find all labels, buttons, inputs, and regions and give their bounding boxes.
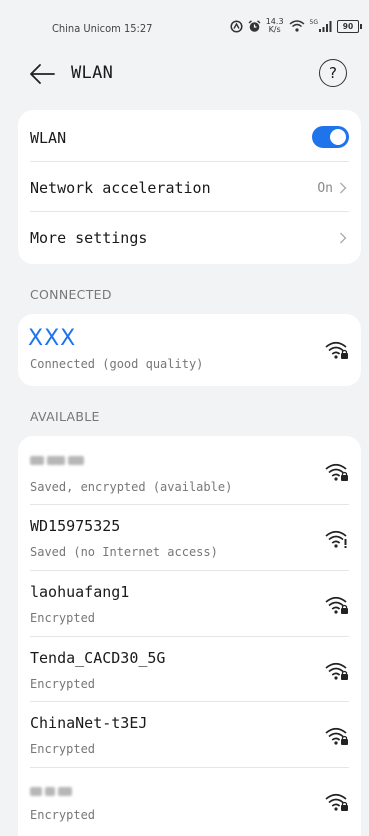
battery-icon: 90 (337, 19, 362, 33)
help-button[interactable]: ? (319, 59, 347, 87)
network-acceleration-row[interactable]: Network acceleration On (18, 162, 361, 212)
settings-card: WLAN Network acceleration On More settin… (18, 110, 361, 264)
network-acceleration-value: On (317, 181, 333, 196)
wlan-toggle[interactable] (312, 126, 349, 148)
status-icons: 14.3 K/s 5G 90 (230, 17, 362, 34)
network-name-redacted (30, 453, 84, 467)
wifi-lock-icon (325, 596, 348, 614)
network-item[interactable]: Encrypted (18, 768, 361, 834)
page-title: WLAN (71, 63, 114, 83)
network-name: ChinaNet-t3EJ (30, 714, 148, 732)
connected-network-name: XXX (28, 326, 77, 351)
network-status: Encrypted (30, 742, 96, 756)
status-bar: China Unicom 15:27 14.3 K/s 5G 90 (0, 0, 369, 48)
wifi-no-internet-icon (325, 530, 347, 548)
app-header: WLAN ? (0, 52, 369, 96)
available-networks-list: Saved, encrypted (available) WD15975325 … (18, 436, 361, 836)
available-section-label: AVAILABLE (30, 409, 100, 424)
more-settings-label: More settings (30, 229, 148, 247)
wifi-lock-icon (325, 793, 348, 811)
network-status: Encrypted (30, 677, 96, 691)
network-name: Tenda_CACD30_5G (30, 649, 166, 667)
nfc-icon (230, 19, 243, 33)
wlan-label: WLAN (30, 129, 67, 147)
wifi-lock-icon (325, 727, 348, 745)
network-item[interactable]: ChinaNet-t3EJ Encrypted (18, 702, 361, 768)
wifi-status-icon (289, 20, 304, 32)
wifi-lock-icon (325, 341, 348, 359)
signal-tag: 5G (309, 18, 318, 26)
network-status: Encrypted (30, 808, 96, 822)
toggle-knob (330, 129, 346, 145)
network-acceleration-label: Network acceleration (30, 179, 211, 197)
network-name-redacted (30, 784, 72, 798)
network-item[interactable]: Tenda_CACD30_5G Encrypted (18, 637, 361, 702)
wifi-lock-icon (325, 662, 348, 680)
wifi-lock-icon (325, 463, 348, 481)
chevron-right-icon (340, 182, 347, 194)
network-speed: 14.3 K/s (265, 17, 284, 34)
network-name: laohuafang1 (30, 583, 130, 601)
alarm-icon (248, 19, 261, 32)
network-item[interactable]: Saved, encrypted (available) (18, 436, 361, 505)
wlan-toggle-row[interactable]: WLAN (18, 110, 361, 162)
connected-network-status: Connected (good quality) (30, 357, 204, 371)
back-arrow-icon[interactable] (28, 62, 56, 86)
network-status: Saved (no Internet access) (30, 545, 218, 559)
network-status: Encrypted (30, 611, 96, 625)
chevron-right-icon (340, 232, 347, 244)
network-item[interactable]: WD15975325 Saved (no Internet access) (18, 505, 361, 571)
carrier-time: China Unicom 15:27 (52, 22, 153, 35)
connected-card[interactable]: XXX Connected (good quality) (18, 314, 361, 386)
connected-section-label: CONNECTED (30, 287, 112, 302)
network-item[interactable]: laohuafang1 Encrypted (18, 571, 361, 637)
network-status: Saved, encrypted (available) (30, 480, 233, 494)
cell-signal-icon (319, 20, 332, 32)
more-settings-row[interactable]: More settings (18, 212, 361, 264)
network-name: WD15975325 (30, 517, 121, 535)
